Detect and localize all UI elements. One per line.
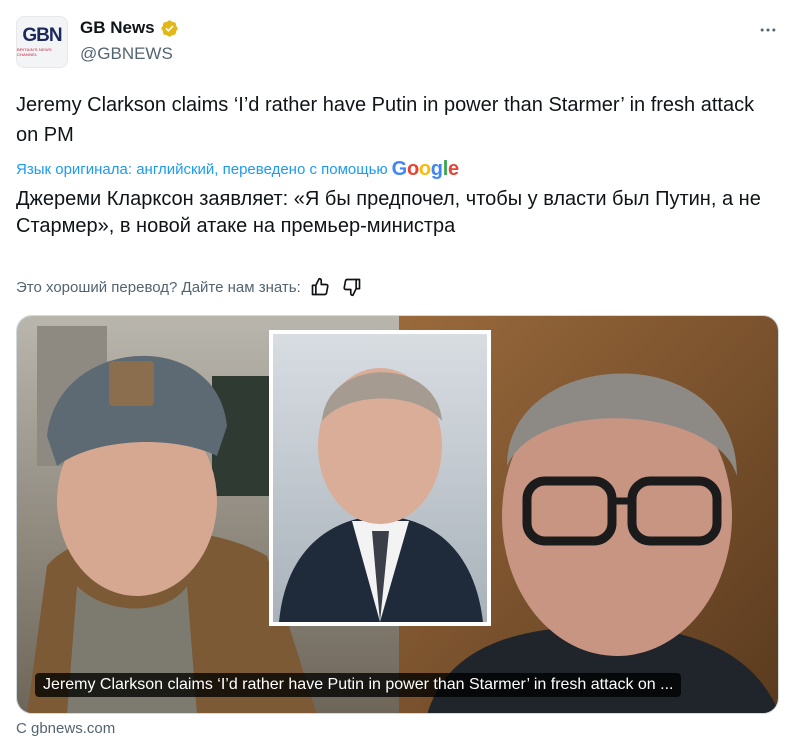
author-handle[interactable]: @GBNEWS — [80, 44, 173, 64]
translation-label: Язык оригинала: английский, переведено с… — [16, 160, 388, 178]
avatar-logo: GBN — [22, 25, 62, 46]
google-logo: Google — [391, 157, 459, 180]
display-name[interactable]: GB News — [80, 18, 155, 38]
thumbs-down-icon — [343, 278, 361, 297]
avatar-tagline: BRITAIN'S NEWS CHANNEL — [17, 47, 52, 57]
author-name-row[interactable]: GB News — [80, 16, 179, 40]
link-preview-card[interactable]: Jeremy Clarkson claims ‘I’d rather have … — [16, 315, 779, 714]
feedback-prompt: Это хороший перевод? Дайте нам знать: — [16, 278, 301, 296]
translation-notice[interactable]: Язык оригинала: английский, переведено с… — [16, 158, 459, 180]
link-source[interactable]: С gbnews.com — [16, 720, 115, 737]
article-image — [17, 316, 778, 713]
more-dots-icon — [760, 28, 776, 32]
post-translated-text: Джереми Кларксон заявляет: «Я бы предпоч… — [16, 188, 761, 237]
thumbs-down-button[interactable] — [339, 274, 365, 300]
link-card-caption: Jeremy Clarkson claims ‘I’d rather have … — [35, 673, 682, 697]
post-original-text: Jeremy Clarkson claims ‘I’d rather have … — [16, 94, 755, 146]
translation-feedback: Это хороший перевод? Дайте нам знать: — [16, 274, 365, 300]
avatar[interactable]: GBN BRITAIN'S NEWS CHANNEL — [16, 16, 68, 68]
more-options-button[interactable] — [756, 18, 780, 42]
verified-badge-icon — [161, 19, 178, 37]
thumbs-up-button[interactable] — [307, 274, 333, 300]
thumbs-up-icon — [311, 277, 329, 296]
